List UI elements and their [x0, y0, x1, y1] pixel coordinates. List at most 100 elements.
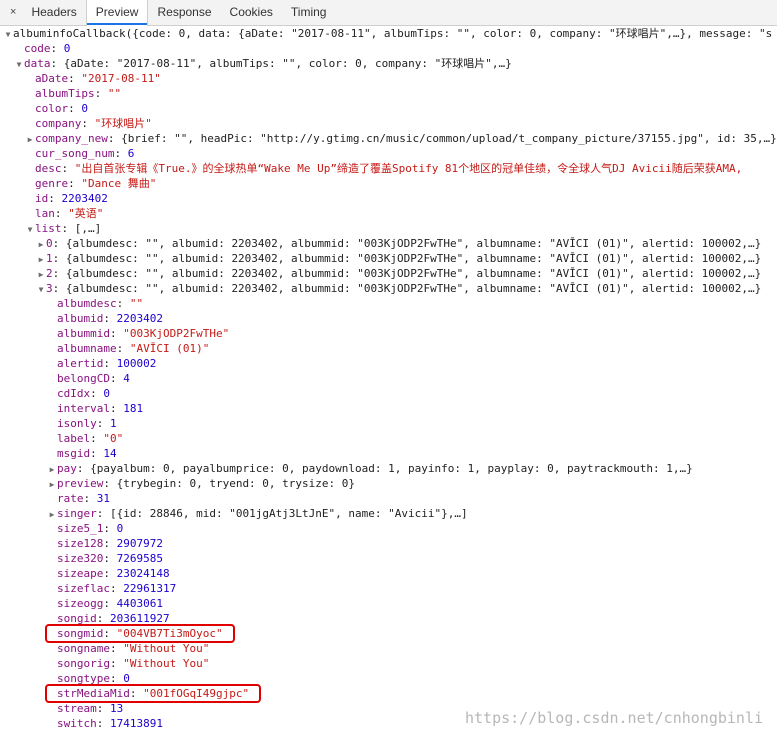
property-separator: :: [129, 687, 144, 700]
property-key: size128: [57, 537, 104, 550]
property-separator: :: [50, 57, 64, 70]
property-key: albumdesc: [57, 297, 117, 310]
tab-headers[interactable]: Headers: [22, 0, 85, 25]
property-separator: :: [68, 177, 82, 190]
property-key: size320: [57, 552, 104, 565]
property-separator: :: [90, 447, 104, 460]
collapsed-triangle-icon[interactable]: ▶: [47, 507, 57, 521]
property-separator: :: [50, 42, 64, 55]
collapsed-triangle-icon[interactable]: ▶: [47, 477, 57, 491]
tree-row[interactable]: ▼ 3: {albumdesc: "", albumid: 2203402, al…: [0, 281, 777, 296]
tree-row: ▶albumdesc: "": [0, 296, 777, 311]
expanded-triangle-icon[interactable]: ▼: [25, 222, 35, 236]
property-separator: :: [90, 432, 104, 445]
property-value: {trybegin: 0, tryend: 0, trysize: 0}: [116, 477, 356, 490]
property-separator: :: [54, 207, 69, 220]
tree-row[interactable]: ▶ pay: {payalbum: 0, payalbumprice: 0, pa…: [0, 461, 777, 476]
property-value: 7269585: [116, 552, 163, 565]
tab-cookies[interactable]: Cookies: [221, 0, 282, 25]
tree-row: ▶id: 2203402: [0, 191, 777, 206]
property-value: "Without You": [123, 642, 210, 655]
property-value: [{id: 28846, mid: "001jgAtj3LtJnE", name…: [110, 507, 468, 520]
property-key: data: [24, 57, 51, 70]
collapsed-triangle-icon[interactable]: ▶: [25, 132, 35, 146]
property-value: 2203402: [116, 312, 163, 325]
property-value: 181: [123, 402, 144, 415]
tree-row[interactable]: ▶ 0: {albumdesc: "", albumid: 2203402, al…: [0, 236, 777, 251]
tree-row[interactable]: ▶ company_new: {brief: "", headPic: "http…: [0, 131, 777, 146]
property-separator: :: [103, 597, 117, 610]
tree-row[interactable]: ▼ list: [,…]: [0, 221, 777, 236]
property-value: "001fOGqI49gjpc": [143, 687, 250, 700]
property-separator: :: [103, 537, 117, 550]
expanded-triangle-icon[interactable]: ▼: [3, 27, 13, 41]
expanded-triangle-icon[interactable]: ▼: [36, 282, 46, 296]
property-key: cur_song_num: [35, 147, 115, 160]
watermark: https://blog.csdn.net/cnhongbinli: [464, 709, 763, 727]
property-key: lan: [35, 207, 55, 220]
devtools-tab-bar: × Headers Preview Response Cookies Timin…: [0, 0, 777, 26]
close-icon[interactable]: ×: [4, 0, 22, 25]
tree-row: ▶aDate: "2017-08-11": [0, 71, 777, 86]
property-value: {brief: "", headPic: "http://y.gtimg.cn/…: [121, 132, 777, 145]
tree-row[interactable]: ▼ data: {aDate: "2017-08-11", albumTips: …: [0, 56, 777, 71]
property-key: aDate: [35, 72, 69, 85]
tree-row: ▶genre: "Dance 舞曲": [0, 176, 777, 191]
property-value: "003KjODP2FwTHe": [123, 327, 230, 340]
tree-row[interactable]: ▶ singer: [{id: 28846, mid: "001jgAtj3LtJ…: [0, 506, 777, 521]
property-key: switch: [57, 717, 97, 730]
property-value: {code: 0, data: {aDate: "2017-08-11", al…: [132, 27, 773, 40]
property-separator: :: [109, 327, 124, 340]
property-separator: :: [96, 717, 110, 730]
property-separator: :: [103, 552, 117, 565]
tree-row[interactable]: ▶ 2: {albumdesc: "", albumid: 2203402, al…: [0, 266, 777, 281]
property-value: "": [129, 297, 144, 310]
property-key: label: [57, 432, 91, 445]
property-separator: :: [83, 492, 97, 505]
tree-row: ▶interval: 181: [0, 401, 777, 416]
property-separator: :: [103, 567, 117, 580]
property-separator: :: [90, 387, 104, 400]
property-key: list: [35, 222, 62, 235]
property-key: sizeflac: [57, 582, 110, 595]
collapsed-triangle-icon[interactable]: ▶: [36, 252, 46, 266]
property-separator: :: [68, 72, 82, 85]
tree-row: ▶songid: 203611927: [0, 611, 777, 626]
property-key: genre: [35, 177, 69, 190]
property-separator: :: [107, 132, 122, 145]
property-separator: :: [96, 417, 110, 430]
collapsed-triangle-icon[interactable]: ▶: [36, 267, 46, 281]
property-separator: :: [76, 462, 91, 475]
tree-row: ▶songtype: 0: [0, 671, 777, 686]
expanded-triangle-icon[interactable]: ▼: [14, 57, 24, 71]
property-key: rate: [57, 492, 84, 505]
property-value: "004VB7Ti3mOyoc": [116, 627, 223, 640]
property-separator: :: [52, 282, 66, 295]
property-separator: :: [52, 252, 66, 265]
property-value: 2907972: [116, 537, 163, 550]
tree-row: ▶cur_song_num: 6: [0, 146, 777, 161]
property-key: songid: [57, 612, 97, 625]
tab-timing[interactable]: Timing: [282, 0, 336, 25]
property-separator: :: [103, 477, 117, 490]
collapsed-triangle-icon[interactable]: ▶: [47, 462, 57, 476]
property-separator: :: [61, 162, 75, 175]
tree-row[interactable]: ▶ preview: {trybegin: 0, tryend: 0, trysi…: [0, 476, 777, 491]
collapsed-triangle-icon[interactable]: ▶: [36, 237, 46, 251]
tab-preview[interactable]: Preview: [85, 0, 149, 26]
tab-response[interactable]: Response: [148, 0, 220, 25]
tree-row[interactable]: ▶ 1: {albumdesc: "", albumid: 2203402, al…: [0, 251, 777, 266]
property-key: sizeogg: [57, 597, 104, 610]
property-separator: :: [52, 237, 66, 250]
property-separator: :: [52, 267, 66, 280]
property-value: {albumdesc: "", albumid: 2203402, albumm…: [65, 252, 762, 265]
property-key: company_new: [35, 132, 108, 145]
property-separator: :: [103, 357, 117, 370]
tree-row[interactable]: ▼ albuminfoCallback({code: 0, data: {aDat…: [0, 26, 777, 41]
property-key: 1: [46, 252, 53, 265]
tree-row: ▶code: 0: [0, 41, 777, 56]
property-value: 4: [123, 372, 130, 385]
property-key: singer: [57, 507, 97, 520]
property-key: size5_1: [57, 522, 104, 535]
tree-row: ▶albumname: "AVĪCI (01)": [0, 341, 777, 356]
